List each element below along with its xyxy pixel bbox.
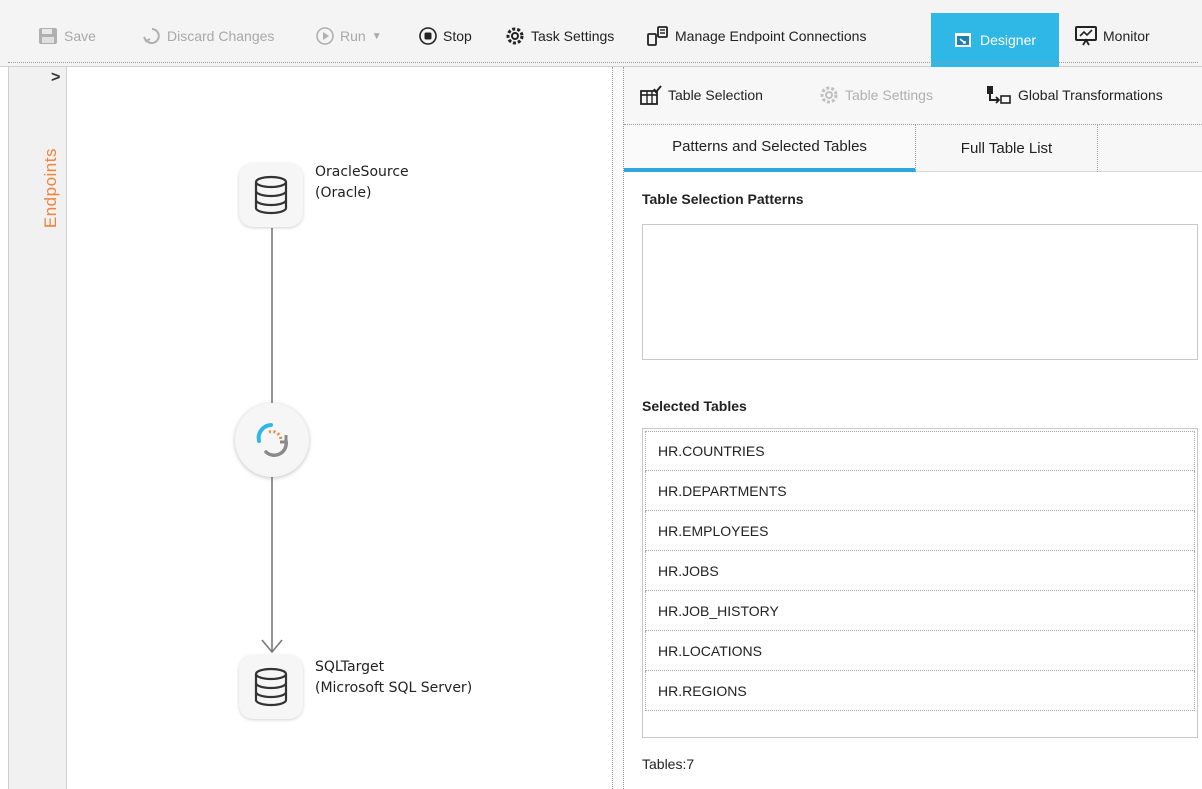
selected-tables-heading: Selected Tables bbox=[642, 398, 747, 414]
table-selection-button[interactable]: Table Selection bbox=[640, 85, 763, 105]
monitor-button[interactable]: Monitor bbox=[1075, 16, 1150, 56]
table-toolbar: Table Selection Table Settings Global Tr… bbox=[624, 67, 1202, 125]
designer-icon bbox=[954, 33, 971, 47]
replication-task-node[interactable] bbox=[235, 403, 309, 477]
database-icon bbox=[254, 667, 288, 707]
table-selection-icon bbox=[640, 85, 662, 105]
transform-icon bbox=[987, 86, 1011, 104]
source-name: OracleSource bbox=[315, 164, 409, 180]
table-row[interactable]: HR.JOB_HISTORY bbox=[645, 591, 1195, 631]
target-type: (Microsoft SQL Server) bbox=[315, 680, 473, 696]
target-name: SQLTarget bbox=[315, 659, 385, 675]
replication-icon bbox=[256, 423, 288, 457]
table-row[interactable]: HR.DEPARTMENTS bbox=[645, 471, 1195, 511]
tab-label: Patterns and Selected Tables bbox=[672, 138, 867, 155]
database-icon bbox=[254, 175, 288, 215]
designer-button[interactable]: Designer bbox=[931, 13, 1059, 67]
gear-icon bbox=[820, 86, 838, 104]
table-count: Tables:7 bbox=[642, 756, 695, 772]
table-row[interactable]: HR.COUNTRIES bbox=[645, 431, 1195, 471]
table-settings-button[interactable]: Table Settings bbox=[819, 85, 933, 105]
source-type: (Oracle) bbox=[315, 185, 372, 201]
source-endpoint-node[interactable] bbox=[239, 163, 303, 227]
patterns-list[interactable] bbox=[642, 224, 1198, 360]
patterns-heading: Table Selection Patterns bbox=[642, 191, 804, 207]
table-row[interactable]: HR.LOCATIONS bbox=[645, 631, 1195, 671]
global-transformations-button[interactable]: Global Transformations bbox=[986, 85, 1163, 105]
target-endpoint-label: SQLTarget (Microsoft SQL Server) bbox=[315, 657, 472, 699]
target-endpoint-node[interactable] bbox=[239, 655, 303, 719]
table-selection-label: Table Selection bbox=[668, 87, 763, 103]
table-row[interactable]: HR.REGIONS bbox=[645, 671, 1195, 711]
tab-patterns-and-selected-tables[interactable]: Patterns and Selected Tables bbox=[624, 125, 916, 172]
tab-full-table-list[interactable]: Full Table List bbox=[916, 125, 1098, 172]
monitor-icon bbox=[1075, 26, 1097, 46]
manage-endpoint-connections-button[interactable]: Manage Endpoint Connections bbox=[647, 16, 866, 56]
table-tabs: Patterns and Selected Tables Full Table … bbox=[624, 125, 1202, 172]
panel-splitter[interactable] bbox=[612, 67, 624, 789]
selected-tables-list[interactable]: HR.COUNTRIES HR.DEPARTMENTS HR.EMPLOYEES… bbox=[642, 428, 1198, 738]
table-settings-label: Table Settings bbox=[845, 87, 933, 103]
source-endpoint-label: OracleSource (Oracle) bbox=[315, 162, 409, 204]
designer-label: Designer bbox=[979, 32, 1037, 48]
manage-endpoints-label: Manage Endpoint Connections bbox=[675, 28, 867, 44]
table-row[interactable]: HR.JOBS bbox=[645, 551, 1195, 591]
diagram-connectors bbox=[261, 228, 283, 654]
endpoint-connections-icon bbox=[647, 26, 668, 46]
table-row[interactable]: HR.EMPLOYEES bbox=[645, 511, 1195, 551]
global-transformations-label: Global Transformations bbox=[1018, 87, 1163, 103]
monitor-label: Monitor bbox=[1103, 28, 1150, 44]
tab-label: Full Table List bbox=[960, 140, 1053, 157]
